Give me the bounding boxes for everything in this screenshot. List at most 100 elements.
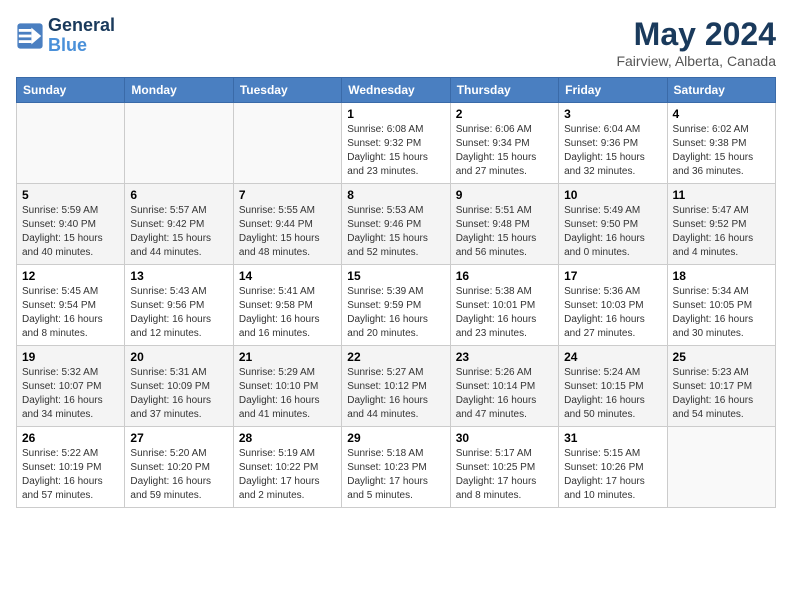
day-detail: Sunrise: 5:59 AM Sunset: 9:40 PM Dayligh… bbox=[22, 204, 119, 260]
calendar-cell: 1Sunrise: 6:08 AM Sunset: 9:32 PM Daylig… bbox=[342, 103, 450, 184]
day-detail: Sunrise: 6:04 AM Sunset: 9:36 PM Dayligh… bbox=[564, 123, 661, 179]
day-detail: Sunrise: 6:06 AM Sunset: 9:34 PM Dayligh… bbox=[456, 123, 553, 179]
day-detail: Sunrise: 5:47 AM Sunset: 9:52 PM Dayligh… bbox=[673, 204, 770, 260]
day-detail: Sunrise: 6:02 AM Sunset: 9:38 PM Dayligh… bbox=[673, 123, 770, 179]
page-header: GeneralBlue May 2024 Fairview, Alberta, … bbox=[16, 16, 776, 69]
day-number: 23 bbox=[456, 350, 553, 364]
calendar-cell: 2 Sunrise: 6:06 AM Sunset: 9:34 PM Daylig… bbox=[450, 103, 558, 184]
day-number: 26 bbox=[22, 431, 119, 445]
calendar-cell: 27 Sunrise: 5:20 AM Sunset: 10:20 PM Dayl… bbox=[125, 427, 233, 508]
calendar-cell: 26Sunrise: 5:22 AM Sunset: 10:19 PM Dayl… bbox=[17, 427, 125, 508]
day-number: 2 bbox=[456, 107, 553, 121]
calendar-cell: 12 Sunrise: 5:45 AM Sunset: 9:54 PM Dayli… bbox=[17, 265, 125, 346]
calendar-cell: 29 Sunrise: 5:18 AM Sunset: 10:23 PM Dayl… bbox=[342, 427, 450, 508]
calendar-cell: 18 Sunrise: 5:34 AM Sunset: 10:05 PM Dayl… bbox=[667, 265, 775, 346]
day-detail: Sunrise: 5:17 AM Sunset: 10:25 PM Daylig… bbox=[456, 447, 553, 503]
day-number: 13 bbox=[130, 269, 227, 283]
calendar-cell: 16 Sunrise: 5:38 AM Sunset: 10:01 PM Dayl… bbox=[450, 265, 558, 346]
day-detail: Sunrise: 5:38 AM Sunset: 10:01 PM Daylig… bbox=[456, 285, 553, 341]
calendar-cell: 22 Sunrise: 5:27 AM Sunset: 10:12 PM Dayl… bbox=[342, 346, 450, 427]
calendar-week-row: 19Sunrise: 5:32 AM Sunset: 10:07 PM Dayl… bbox=[17, 346, 776, 427]
day-detail: Sunrise: 5:15 AM Sunset: 10:26 PM Daylig… bbox=[564, 447, 661, 503]
day-detail: Sunrise: 5:41 AM Sunset: 9:58 PM Dayligh… bbox=[239, 285, 336, 341]
calendar-cell: 7 Sunrise: 5:55 AM Sunset: 9:44 PM Daylig… bbox=[233, 184, 341, 265]
day-number: 12 bbox=[22, 269, 119, 283]
day-number: 7 bbox=[239, 188, 336, 202]
calendar-cell: 11 Sunrise: 5:47 AM Sunset: 9:52 PM Dayli… bbox=[667, 184, 775, 265]
day-detail: Sunrise: 5:31 AM Sunset: 10:09 PM Daylig… bbox=[130, 366, 227, 422]
weekday-header: Sunday bbox=[17, 78, 125, 103]
day-number: 8 bbox=[347, 188, 444, 202]
calendar-cell: 24 Sunrise: 5:24 AM Sunset: 10:15 PM Dayl… bbox=[559, 346, 667, 427]
calendar-cell: 3 Sunrise: 6:04 AM Sunset: 9:36 PM Daylig… bbox=[559, 103, 667, 184]
calendar-cell: 5Sunrise: 5:59 AM Sunset: 9:40 PM Daylig… bbox=[17, 184, 125, 265]
logo: GeneralBlue bbox=[16, 16, 115, 56]
day-detail: Sunrise: 5:19 AM Sunset: 10:22 PM Daylig… bbox=[239, 447, 336, 503]
day-detail: Sunrise: 6:08 AM Sunset: 9:32 PM Dayligh… bbox=[347, 123, 444, 179]
calendar-week-row: 5Sunrise: 5:59 AM Sunset: 9:40 PM Daylig… bbox=[17, 184, 776, 265]
calendar-cell bbox=[125, 103, 233, 184]
calendar-cell: 14 Sunrise: 5:41 AM Sunset: 9:58 PM Dayli… bbox=[233, 265, 341, 346]
calendar-cell: 9 Sunrise: 5:51 AM Sunset: 9:48 PM Daylig… bbox=[450, 184, 558, 265]
calendar-week-row: 12 Sunrise: 5:45 AM Sunset: 9:54 PM Dayli… bbox=[17, 265, 776, 346]
weekday-header: Wednesday bbox=[342, 78, 450, 103]
calendar-cell: 6 Sunrise: 5:57 AM Sunset: 9:42 PM Daylig… bbox=[125, 184, 233, 265]
day-number: 11 bbox=[673, 188, 770, 202]
day-number: 9 bbox=[456, 188, 553, 202]
day-detail: Sunrise: 5:36 AM Sunset: 10:03 PM Daylig… bbox=[564, 285, 661, 341]
calendar-cell: 20Sunrise: 5:31 AM Sunset: 10:09 PM Dayl… bbox=[125, 346, 233, 427]
calendar-cell: 15 Sunrise: 5:39 AM Sunset: 9:59 PM Dayli… bbox=[342, 265, 450, 346]
day-detail: Sunrise: 5:20 AM Sunset: 10:20 PM Daylig… bbox=[130, 447, 227, 503]
weekday-header: Friday bbox=[559, 78, 667, 103]
calendar-week-row: 26Sunrise: 5:22 AM Sunset: 10:19 PM Dayl… bbox=[17, 427, 776, 508]
day-detail: Sunrise: 5:43 AM Sunset: 9:56 PM Dayligh… bbox=[130, 285, 227, 341]
day-detail: Sunrise: 5:34 AM Sunset: 10:05 PM Daylig… bbox=[673, 285, 770, 341]
day-detail: Sunrise: 5:55 AM Sunset: 9:44 PM Dayligh… bbox=[239, 204, 336, 260]
calendar-cell: 10 Sunrise: 5:49 AM Sunset: 9:50 PM Dayli… bbox=[559, 184, 667, 265]
day-number: 27 bbox=[130, 431, 227, 445]
day-detail: Sunrise: 5:39 AM Sunset: 9:59 PM Dayligh… bbox=[347, 285, 444, 341]
calendar-cell bbox=[17, 103, 125, 184]
day-detail: Sunrise: 5:51 AM Sunset: 9:48 PM Dayligh… bbox=[456, 204, 553, 260]
day-number: 22 bbox=[347, 350, 444, 364]
month-title: May 2024 bbox=[616, 16, 776, 53]
calendar-cell: 28Sunrise: 5:19 AM Sunset: 10:22 PM Dayl… bbox=[233, 427, 341, 508]
day-detail: Sunrise: 5:53 AM Sunset: 9:46 PM Dayligh… bbox=[347, 204, 444, 260]
day-number: 24 bbox=[564, 350, 661, 364]
day-detail: Sunrise: 5:27 AM Sunset: 10:12 PM Daylig… bbox=[347, 366, 444, 422]
day-number: 10 bbox=[564, 188, 661, 202]
day-detail: Sunrise: 5:24 AM Sunset: 10:15 PM Daylig… bbox=[564, 366, 661, 422]
calendar-cell: 21 Sunrise: 5:29 AM Sunset: 10:10 PM Dayl… bbox=[233, 346, 341, 427]
day-number: 3 bbox=[564, 107, 661, 121]
weekday-header: Saturday bbox=[667, 78, 775, 103]
day-number: 29 bbox=[347, 431, 444, 445]
location: Fairview, Alberta, Canada bbox=[616, 53, 776, 69]
calendar-week-row: 1Sunrise: 6:08 AM Sunset: 9:32 PM Daylig… bbox=[17, 103, 776, 184]
day-number: 14 bbox=[239, 269, 336, 283]
logo-icon bbox=[16, 22, 44, 50]
weekday-header: Monday bbox=[125, 78, 233, 103]
calendar-cell: 17Sunrise: 5:36 AM Sunset: 10:03 PM Dayl… bbox=[559, 265, 667, 346]
day-number: 31 bbox=[564, 431, 661, 445]
day-number: 16 bbox=[456, 269, 553, 283]
calendar-cell: 8 Sunrise: 5:53 AM Sunset: 9:46 PM Daylig… bbox=[342, 184, 450, 265]
day-detail: Sunrise: 5:49 AM Sunset: 9:50 PM Dayligh… bbox=[564, 204, 661, 260]
day-number: 18 bbox=[673, 269, 770, 283]
day-detail: Sunrise: 5:57 AM Sunset: 9:42 PM Dayligh… bbox=[130, 204, 227, 260]
day-number: 30 bbox=[456, 431, 553, 445]
day-number: 4 bbox=[673, 107, 770, 121]
day-detail: Sunrise: 5:18 AM Sunset: 10:23 PM Daylig… bbox=[347, 447, 444, 503]
calendar-cell: 23Sunrise: 5:26 AM Sunset: 10:14 PM Dayl… bbox=[450, 346, 558, 427]
day-number: 15 bbox=[347, 269, 444, 283]
weekday-header-row: SundayMondayTuesdayWednesdayThursdayFrid… bbox=[17, 78, 776, 103]
calendar-cell: 25Sunrise: 5:23 AM Sunset: 10:17 PM Dayl… bbox=[667, 346, 775, 427]
title-block: May 2024 Fairview, Alberta, Canada bbox=[616, 16, 776, 69]
day-number: 21 bbox=[239, 350, 336, 364]
day-detail: Sunrise: 5:23 AM Sunset: 10:17 PM Daylig… bbox=[673, 366, 770, 422]
calendar-cell bbox=[233, 103, 341, 184]
day-number: 6 bbox=[130, 188, 227, 202]
calendar-cell: 19Sunrise: 5:32 AM Sunset: 10:07 PM Dayl… bbox=[17, 346, 125, 427]
day-detail: Sunrise: 5:45 AM Sunset: 9:54 PM Dayligh… bbox=[22, 285, 119, 341]
calendar-cell bbox=[667, 427, 775, 508]
day-detail: Sunrise: 5:29 AM Sunset: 10:10 PM Daylig… bbox=[239, 366, 336, 422]
